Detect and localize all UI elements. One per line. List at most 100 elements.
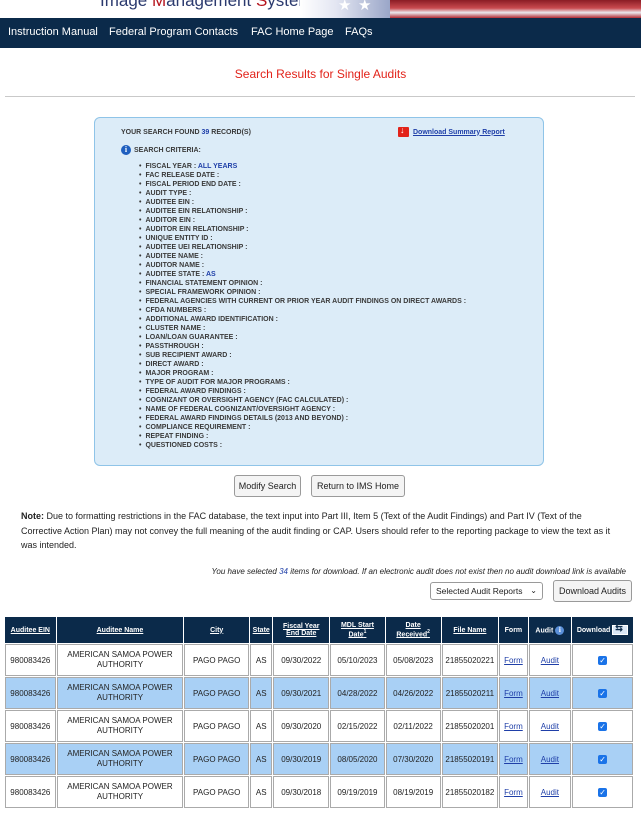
mdl-start-date-cell: 05/10/2023 (330, 644, 385, 676)
col-fiscal-year-end[interactable]: Fiscal Year End Date (273, 617, 330, 643)
select-all-icon[interactable] (612, 623, 629, 635)
table-row: 980083426 AMERICAN SAMOA POWER AUTHORITY P… (5, 743, 633, 775)
audit-link[interactable]: Audit (528, 710, 572, 742)
col-file-name[interactable]: File Name (441, 617, 499, 643)
chevron-down-icon: ⌄ (530, 586, 537, 595)
criteria-item: ADDITIONAL AWARD IDENTIFICATION : (139, 315, 466, 324)
download-checkbox[interactable]: ✓ (598, 721, 608, 731)
nav-instruction-manual[interactable]: Instruction Manual (8, 26, 98, 38)
criteria-item: AUDITOR EIN : (139, 216, 466, 225)
state-cell: AS (250, 710, 273, 742)
table-row: 980083426 AMERICAN SAMOA POWER AUTHORITY P… (5, 677, 633, 709)
nav-federal-program-contacts[interactable]: Federal Program Contacts (109, 26, 238, 38)
criteria-item: AUDITOR EIN RELATIONSHIP : (139, 225, 466, 234)
info-icon[interactable]: i (121, 145, 131, 155)
file-name-cell: 21855020201 (441, 710, 499, 742)
table-row: 980083426 AMERICAN SAMOA POWER AUTHORITY P… (5, 710, 633, 742)
criteria-item: FISCAL PERIOD END DATE : (139, 180, 466, 189)
download-summary-link[interactable]: Download Summary Report (398, 125, 505, 137)
divider (5, 96, 635, 97)
nav-fac-home-page[interactable]: FAC Home Page (251, 26, 334, 38)
page-title: Search Results for Single Audits (234, 67, 407, 81)
state-cell: AS (250, 743, 273, 775)
audit-link[interactable]: Audit (528, 776, 572, 808)
col-mdl-start-date[interactable]: MDL Start Date1 (330, 617, 385, 643)
form-link[interactable]: Form (499, 710, 528, 742)
download-checkbox[interactable]: ✓ (598, 655, 608, 665)
date-received-cell: 07/30/2020 (385, 743, 441, 775)
file-name-cell: 21855020211 (441, 677, 499, 709)
download-checkbox[interactable]: ✓ (598, 787, 608, 797)
city-cell: PAGO PAGO (184, 677, 250, 709)
file-name-cell: 21855020221 (441, 644, 499, 676)
city-cell: PAGO PAGO (184, 743, 250, 775)
date-received-cell: 02/11/2022 (385, 710, 441, 742)
criteria-item: SPECIAL FRAMEWORK OPINION : (139, 288, 466, 297)
download-cell: ✓ (572, 710, 633, 742)
criteria-item: FISCAL YEAR : ALL YEARS (139, 162, 466, 171)
selected-count: 34 (279, 567, 288, 576)
file-name-cell: 21855020182 (441, 776, 499, 808)
city-cell: PAGO PAGO (184, 644, 250, 676)
criteria-item: TYPE OF AUDIT FOR MAJOR PROGRAMS : (139, 378, 466, 387)
criteria-item: COMPLIANCE REQUIREMENT : (139, 423, 466, 432)
criteria-item: AUDIT TYPE : (139, 189, 466, 198)
criteria-item: AUDITEE EIN RELATIONSHIP : (139, 207, 466, 216)
table-row: 980083426 AMERICAN SAMOA POWER AUTHORITY P… (5, 644, 633, 676)
download-type-select[interactable]: Selected Audit Reports ⌄ (430, 582, 543, 600)
col-audit: Audit i (528, 617, 572, 643)
nav-faqs[interactable]: FAQs (345, 26, 373, 38)
state-cell: AS (250, 677, 273, 709)
criteria-item: CLUSTER NAME : (139, 324, 466, 333)
criteria-item: MAJOR PROGRAM : (139, 369, 466, 378)
download-cell: ✓ (572, 644, 633, 676)
audit-link[interactable]: Audit (528, 677, 572, 709)
modify-search-button[interactable]: Modify Search (234, 475, 301, 497)
info-icon[interactable]: i (555, 625, 565, 635)
return-ims-home-button[interactable]: Return to IMS Home (311, 475, 405, 497)
download-audits-button[interactable]: Download Audits (553, 580, 632, 602)
col-auditee-name[interactable]: Auditee Name (56, 617, 184, 643)
flag-image: ★ ★ (300, 0, 641, 18)
col-city[interactable]: City (184, 617, 250, 643)
col-auditee-ein[interactable]: Auditee EIN (5, 617, 56, 643)
download-cell: ✓ (572, 776, 633, 808)
audit-link[interactable]: Audit (528, 743, 572, 775)
results-table: Auditee EIN Auditee Name City State Fisc… (4, 616, 634, 809)
criteria-item: FINANCIAL STATEMENT OPINION : (139, 279, 466, 288)
download-checkbox[interactable]: ✓ (598, 688, 608, 698)
auditee-name-cell: AMERICAN SAMOA POWER AUTHORITY (56, 743, 184, 775)
criteria-item: FEDERAL AWARD FINDINGS : (139, 387, 466, 396)
criteria-item: AUDITEE EIN : (139, 198, 466, 207)
criteria-item: FEDERAL AWARD FINDINGS DETAILS (2013 AND… (139, 414, 466, 423)
col-form: Form (499, 617, 528, 643)
form-link[interactable]: Form (499, 644, 528, 676)
city-cell: PAGO PAGO (184, 710, 250, 742)
mdl-start-date-cell: 08/05/2020 (330, 743, 385, 775)
col-date-received[interactable]: Date Received2 (385, 617, 441, 643)
download-cell: ✓ (572, 677, 633, 709)
form-link[interactable]: Form (499, 776, 528, 808)
criteria-item: PASSTHROUGH : (139, 342, 466, 351)
audit-link[interactable]: Audit (528, 644, 572, 676)
fiscal-year-end-cell: 09/30/2019 (273, 743, 330, 775)
auditee-ein-cell: 980083426 (5, 644, 56, 676)
fiscal-year-end-cell: 09/30/2018 (273, 776, 330, 808)
download-checkbox[interactable]: ✓ (598, 754, 608, 764)
search-criteria-heading: i SEARCH CRITERIA: (121, 145, 201, 155)
city-cell: PAGO PAGO (184, 776, 250, 808)
fiscal-year-end-cell: 09/30/2022 (273, 644, 330, 676)
download-summary-label: Download Summary Report (413, 128, 505, 136)
date-received-cell: 04/26/2022 (385, 677, 441, 709)
criteria-list: FISCAL YEAR : ALL YEARSFAC RELEASE DATE … (139, 162, 466, 450)
records-found: YOUR SEARCH FOUND 39 RECORD(S) (121, 129, 251, 136)
form-link[interactable]: Form (499, 677, 528, 709)
form-link[interactable]: Form (499, 743, 528, 775)
col-state[interactable]: State (250, 617, 273, 643)
criteria-item: COGNIZANT OR OVERSIGHT AGENCY (FAC CALCU… (139, 396, 466, 405)
criteria-item: AUDITEE UEI RELATIONSHIP : (139, 243, 466, 252)
criteria-item: REPEAT FINDING : (139, 432, 466, 441)
auditee-name-cell: AMERICAN SAMOA POWER AUTHORITY (56, 644, 184, 676)
search-criteria-panel: YOUR SEARCH FOUND 39 RECORD(S) Download … (94, 117, 544, 466)
criteria-item: QUESTIONED COSTS : (139, 441, 466, 450)
